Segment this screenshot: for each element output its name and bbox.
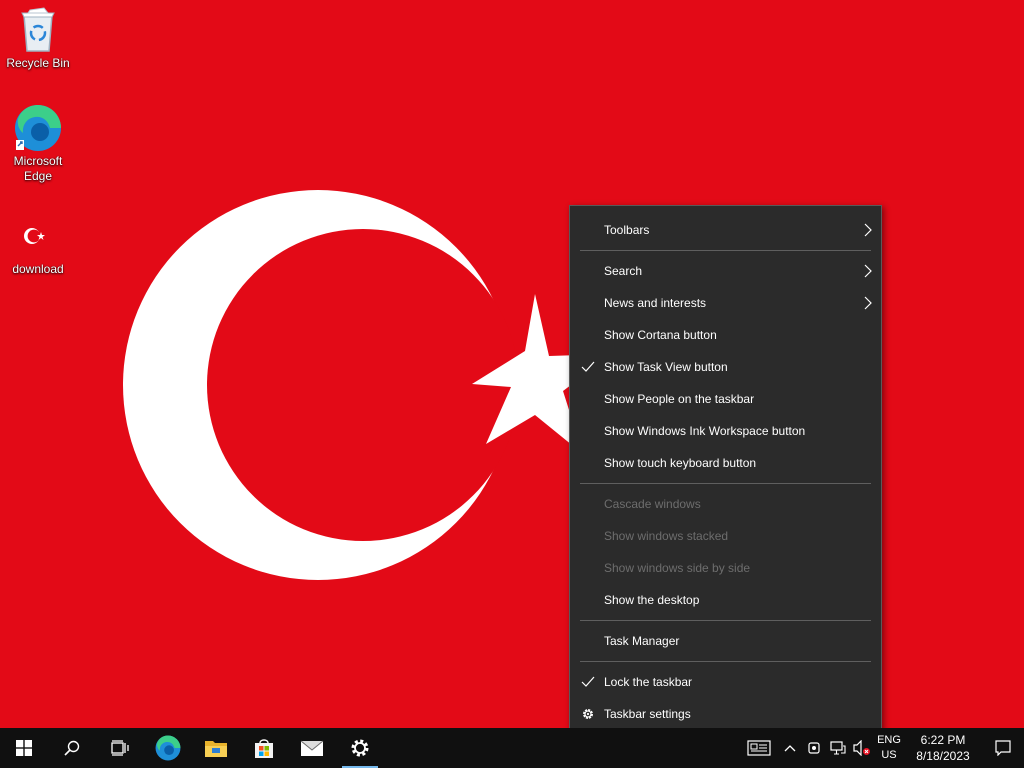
menu-item-lock-the-taskbar[interactable]: Lock the taskbar (570, 666, 881, 698)
language-code: ENG (877, 734, 901, 746)
edge-icon (14, 104, 62, 152)
network-icon (830, 741, 846, 755)
language-region: US (881, 749, 897, 761)
clock-button[interactable]: 6:22 PM 8/18/2023 (904, 728, 982, 768)
menu-item-label: Show Windows Ink Workspace button (604, 424, 806, 438)
desktop-icon-label: Microsoft Edge (13, 154, 63, 183)
menu-item-cascade-windows: Cascade windows (570, 488, 881, 520)
search-icon (64, 740, 80, 756)
menu-item-news-and-interests[interactable]: News and interests (570, 287, 881, 319)
taskbar-context-menu: Toolbars Search News and interests Show … (569, 205, 882, 738)
gear-icon (583, 709, 593, 719)
menu-item-label: Show People on the taskbar (604, 392, 755, 406)
menu-item-show-task-view-button[interactable]: Show Task View button (570, 351, 881, 383)
menu-item-label: Show Cortana button (604, 328, 717, 342)
desktop-icon-label: download (12, 262, 64, 276)
menu-separator (580, 661, 871, 662)
volume-muted-icon (853, 740, 870, 756)
menu-item-label: Show Task View button (604, 360, 728, 374)
edge-icon (155, 735, 181, 761)
checkmark-icon (581, 676, 595, 687)
menu-item-show-windows-side-by-side: Show windows side by side (570, 552, 881, 584)
menu-item-label: Search (604, 264, 643, 278)
volume-button[interactable] (850, 728, 874, 768)
menu-item-label: Toolbars (604, 223, 650, 237)
task-view-icon (111, 740, 129, 756)
menu-item-show-cortana-button[interactable]: Show Cortana button (570, 319, 881, 351)
taskbar-app-microsoft-store[interactable] (240, 728, 288, 768)
menu-item-label: Show touch keyboard button (604, 456, 757, 470)
menu-item-label: Show windows stacked (604, 529, 729, 543)
menu-separator (580, 483, 871, 484)
desktop-icon-recycle-bin[interactable]: Recycle Bin (0, 6, 76, 71)
taskbar-app-file-explorer[interactable] (192, 728, 240, 768)
menu-item-task-manager[interactable]: Task Manager (570, 625, 881, 657)
network-button[interactable] (826, 728, 850, 768)
menu-item-toolbars[interactable]: Toolbars (570, 214, 881, 246)
desktop-icon-microsoft-edge[interactable]: Microsoft Edge (0, 104, 76, 184)
menu-item-label: Task Manager (604, 634, 680, 648)
chevron-right-icon (864, 264, 872, 278)
menu-item-show-the-desktop[interactable]: Show the desktop (570, 584, 881, 616)
menu-separator (580, 250, 871, 251)
recycle-bin-icon (14, 6, 62, 54)
system-tray: ENG US 6:22 PM 8/18/2023 (744, 728, 1024, 768)
show-hidden-icons-button[interactable] (778, 728, 802, 768)
action-center-button[interactable] (982, 728, 1024, 768)
checkmark-icon (581, 361, 595, 372)
task-view-button[interactable] (96, 728, 144, 768)
taskbar-app-edge[interactable] (144, 728, 192, 768)
clock-time: 6:22 PM (920, 733, 966, 747)
search-button[interactable] (48, 728, 96, 768)
news-icon (747, 740, 771, 756)
menu-item-label: Taskbar settings (604, 707, 691, 721)
menu-item-label: News and interests (604, 296, 707, 310)
menu-item-label: Lock the taskbar (604, 675, 693, 689)
action-center-icon (995, 740, 1011, 756)
menu-item-label: Show windows side by side (604, 561, 751, 575)
chevron-right-icon (864, 296, 872, 310)
menu-separator (580, 620, 871, 621)
menu-item-search[interactable]: Search (570, 255, 881, 287)
meet-now-icon (808, 742, 820, 754)
taskbar-app-mail[interactable] (288, 728, 336, 768)
menu-item-show-windows-ink[interactable]: Show Windows Ink Workspace button (570, 415, 881, 447)
desktop-icon-label: Recycle Bin (6, 56, 70, 70)
chevron-up-icon (784, 745, 796, 752)
clock-date: 8/18/2023 (916, 749, 970, 763)
news-button[interactable] (744, 728, 774, 768)
file-explorer-icon (205, 741, 227, 757)
menu-item-label: Cascade windows (604, 497, 701, 511)
menu-item-show-people[interactable]: Show People on the taskbar (570, 383, 881, 415)
taskbar-app-settings[interactable] (336, 728, 384, 768)
menu-item-label: Show the desktop (604, 593, 700, 607)
taskbar: ENG US 6:22 PM 8/18/2023 (0, 728, 1024, 768)
chevron-right-icon (864, 223, 872, 237)
turkish-flag-image-icon (14, 212, 62, 260)
microsoft-store-icon (255, 739, 273, 758)
menu-item-taskbar-settings[interactable]: Taskbar settings (570, 698, 881, 730)
desktop-icon-download[interactable]: download (0, 212, 76, 277)
meet-now-button[interactable] (802, 728, 826, 768)
windows-start-icon (16, 740, 32, 756)
menu-item-show-windows-stacked: Show windows stacked (570, 520, 881, 552)
input-language-button[interactable]: ENG US (874, 728, 904, 768)
mail-icon (300, 740, 324, 756)
start-button[interactable] (0, 728, 48, 768)
settings-gear-icon (351, 739, 369, 757)
menu-item-show-touch-keyboard[interactable]: Show touch keyboard button (570, 447, 881, 479)
